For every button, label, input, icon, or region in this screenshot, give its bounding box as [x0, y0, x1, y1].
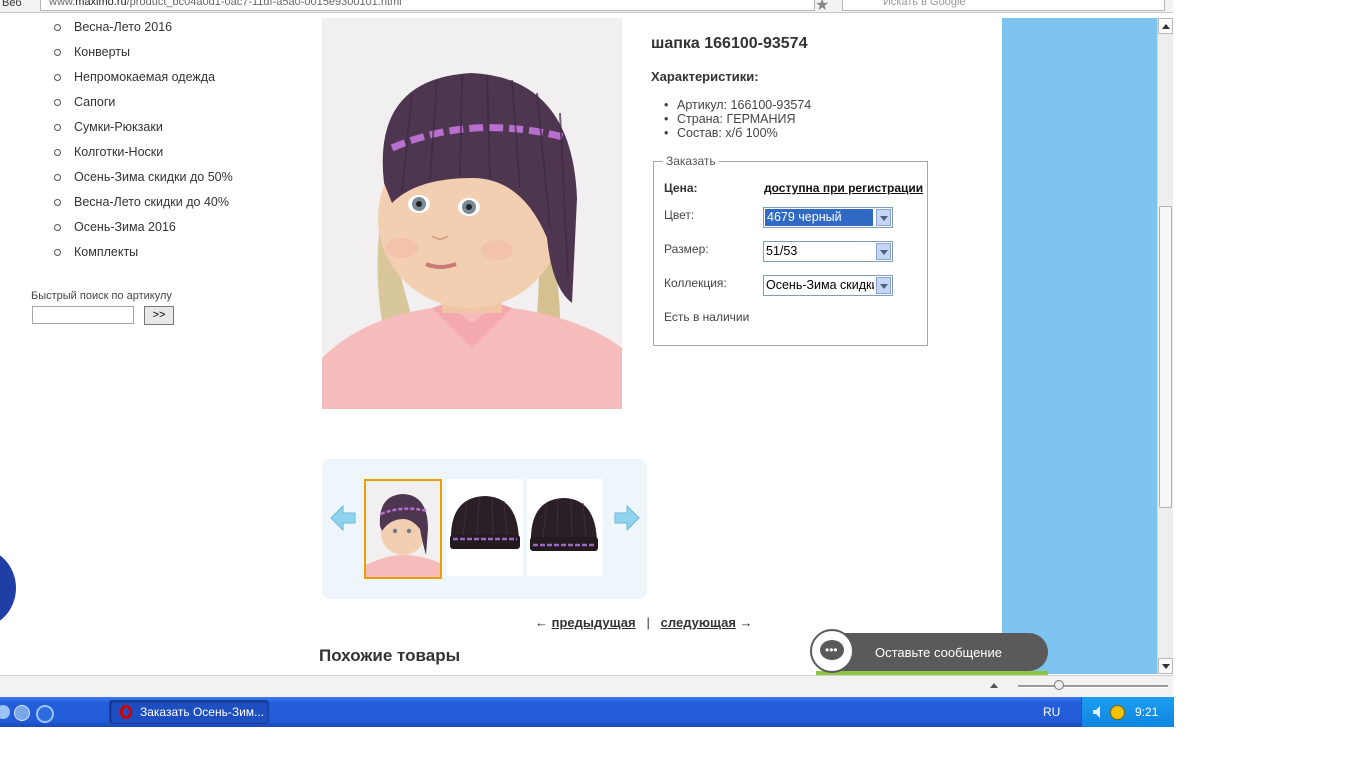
menu-item-bags[interactable]: Сумки-Рюкзаки	[74, 120, 163, 134]
collection-select[interactable]: Осень-Зима скидки до 50%	[763, 275, 893, 296]
gallery-thumb[interactable]	[447, 479, 523, 576]
quicklaunch-settings-icon[interactable]	[14, 705, 30, 721]
clock[interactable]: 9:21	[1135, 705, 1158, 719]
article-search-input[interactable]	[32, 306, 134, 324]
search-field[interactable]: Искать в Google	[842, 0, 1165, 11]
chevron-down-icon[interactable]	[876, 209, 891, 226]
bullet-icon	[54, 24, 61, 31]
bullet-icon	[54, 224, 61, 231]
attribute-article: Артикул: 166100-93574	[664, 98, 811, 112]
zoom-menu-icon[interactable]	[990, 683, 998, 688]
bullet-icon	[54, 199, 61, 206]
speaker-icon[interactable]	[1092, 705, 1104, 719]
opera-icon	[120, 705, 132, 719]
bullet-icon	[54, 149, 61, 156]
size-select[interactable]: 51/53	[763, 241, 893, 262]
bullet-icon	[54, 174, 61, 181]
bullet-icon	[54, 249, 61, 256]
scroll-up-icon[interactable]	[1158, 18, 1173, 34]
menu-item-waterproof[interactable]: Непромокаемая одежда	[74, 70, 215, 84]
color-select-value: 4679 черный	[765, 209, 873, 226]
menu-item-autumn-winter-2016[interactable]: Осень-Зима 2016	[74, 220, 176, 234]
characteristics-heading: Характеристики:	[651, 69, 759, 84]
product-pager: ← предыдущая | следующая →	[535, 615, 753, 630]
left-arrow-icon: ←	[535, 615, 548, 630]
similar-products-heading: Похожие товары	[319, 646, 461, 665]
stock-status: Есть в наличии	[664, 310, 750, 324]
language-indicator[interactable]: RU	[1043, 705, 1060, 719]
gallery-thumb[interactable]	[527, 479, 603, 576]
attribute-list: Артикул: 166100-93574 Страна: ГЕРМАНИЯ С…	[664, 98, 811, 140]
collection-select-value: Осень-Зима скидки до 50%	[766, 278, 874, 292]
menu-item-sets[interactable]: Комплекты	[74, 245, 138, 259]
browser-mode-label[interactable]: Веб	[2, 0, 22, 9]
article-search-button[interactable]: >>	[144, 306, 174, 325]
product-title: шапка 166100-93574	[651, 35, 808, 52]
size-select-value: 51/53	[766, 244, 798, 258]
bullet-icon	[54, 99, 61, 106]
chevron-down-icon[interactable]	[876, 243, 891, 260]
url-domain: maximo.ru	[75, 0, 127, 8]
browser-toolbar: Веб www.maximo.ru/product_bc04a0d1-0ac7-…	[0, 0, 1173, 13]
size-label: Размер:	[664, 242, 709, 256]
bullet-icon	[54, 124, 61, 131]
pager-separator: |	[646, 615, 650, 630]
right-arrow-icon: →	[739, 615, 753, 630]
chevron-down-icon[interactable]	[876, 277, 891, 294]
quicklaunch-browser-icon[interactable]	[36, 705, 54, 723]
bullet-icon	[54, 74, 61, 81]
collection-label: Коллекция:	[664, 276, 727, 290]
chat-bubble-icon[interactable]: •••	[810, 629, 854, 673]
gallery-thumb-selected[interactable]	[364, 479, 442, 579]
bookmark-star-icon[interactable]: ★	[815, 0, 829, 12]
taskbar-window-label[interactable]: Заказать Осень-Зим...	[140, 705, 264, 719]
scroll-thumb[interactable]	[1159, 206, 1172, 508]
color-select[interactable]: 4679 черный	[763, 207, 893, 228]
price-registration-link[interactable]: доступна при регистрации	[764, 181, 923, 195]
color-label: Цвет:	[664, 208, 695, 222]
attribute-composition: Состав: х/б 100%	[664, 126, 811, 140]
scroll-down-icon[interactable]	[1158, 658, 1173, 674]
bullet-icon	[54, 49, 61, 56]
attribute-country: Страна: ГЕРМАНИЯ	[664, 112, 811, 126]
callback-widget[interactable]	[0, 548, 16, 628]
right-banner-panel	[1002, 18, 1157, 674]
menu-item-boots[interactable]: Сапоги	[74, 95, 115, 109]
order-legend: Заказать	[663, 154, 719, 168]
security-shield-icon[interactable]	[1110, 705, 1125, 720]
vertical-scrollbar[interactable]	[1157, 18, 1173, 674]
next-product-link[interactable]: следующая	[661, 615, 736, 630]
menu-item-envelopes[interactable]: Конверты	[74, 45, 130, 59]
menu-item-spring-summer-sale[interactable]: Весна-Лето скидки до 40%	[74, 195, 229, 209]
menu-item-autumn-winter-sale[interactable]: Осень-Зима скидки до 50%	[74, 170, 233, 184]
price-label: Цена:	[664, 181, 698, 195]
zoom-slider-handle[interactable]	[1054, 680, 1064, 690]
menu-item-spring-summer-2016[interactable]: Весна-Лето 2016	[74, 20, 172, 34]
address-bar[interactable]: www.maximo.ru/product_bc04a0d1-0ac7-11df…	[40, 0, 815, 11]
gallery-next-arrow-icon[interactable]	[613, 504, 641, 532]
previous-product-link[interactable]: предыдущая	[552, 615, 636, 630]
gallery-prev-arrow-icon[interactable]	[329, 504, 357, 532]
quick-search-label: Быстрый поиск по артикулу	[31, 290, 172, 302]
menu-item-tights-socks[interactable]: Колготки-Носки	[74, 145, 163, 159]
product-photo[interactable]	[322, 18, 622, 409]
zoom-slider-track[interactable]	[1018, 685, 1168, 688]
chat-label[interactable]: Оставьте сообщение	[875, 645, 1002, 660]
